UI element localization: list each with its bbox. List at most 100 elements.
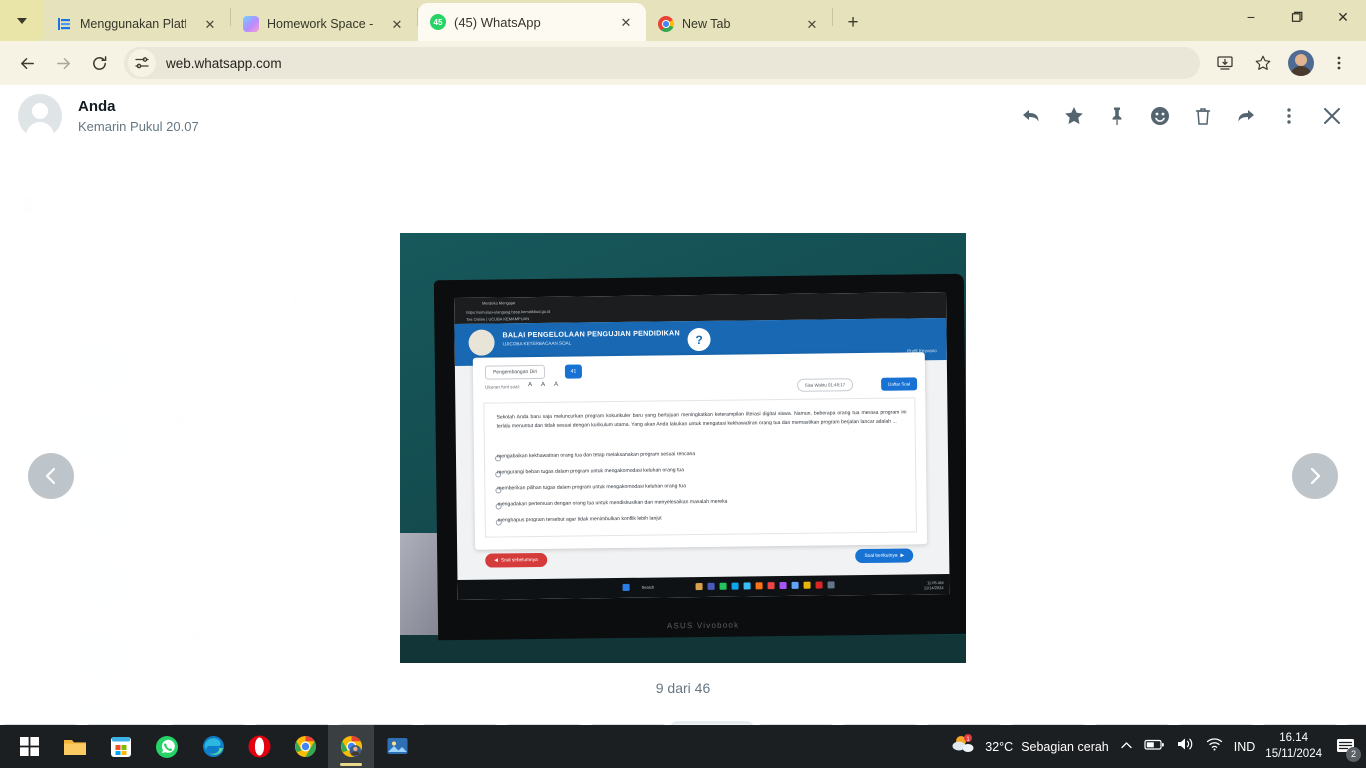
site-settings-icon[interactable] <box>128 49 156 77</box>
star-icon[interactable] <box>1058 100 1090 132</box>
exam-question-card: Pengembangan Diri 41 Ukuran font soal: A… <box>472 352 928 568</box>
media-viewer-actions <box>1015 100 1348 132</box>
profile-avatar[interactable] <box>1288 50 1314 76</box>
close-viewer-icon[interactable] <box>1316 100 1348 132</box>
studyx-icon <box>243 16 259 32</box>
whatsapp-icon[interactable] <box>144 725 190 768</box>
more-menu-icon[interactable] <box>1273 100 1305 132</box>
browser-toolbar: web.whatsapp.com <box>0 41 1366 85</box>
weather-icon: 1 <box>951 733 977 760</box>
back-button[interactable] <box>10 46 44 80</box>
tab-search-button[interactable] <box>0 0 44 41</box>
window-controls: − ✕ <box>1228 0 1366 41</box>
previous-arrow-icon: ◀ <box>494 557 498 564</box>
photo-app-icon <box>779 581 787 590</box>
tab-divider <box>832 8 833 26</box>
clock-time: 16.14 <box>1279 731 1309 744</box>
exam-option: mengurangi beban tugas dalam program unt… <box>497 467 685 476</box>
tab-close-icon[interactable]: ✕ <box>802 14 822 34</box>
merdeka-icon <box>56 16 72 32</box>
tab-close-icon[interactable]: ✕ <box>200 14 220 34</box>
reload-button[interactable] <box>82 46 116 80</box>
previous-media-button[interactable] <box>28 453 74 499</box>
tab-new-tab[interactable]: New Tab ✕ <box>646 7 832 41</box>
font-size-label: Ukuran font soal: <box>485 384 520 390</box>
previous-question-label: Soal sebelumnya <box>500 557 538 563</box>
language-indicator[interactable]: IND <box>1234 740 1256 754</box>
tab-merdeka[interactable]: Menggunakan Platform Merdek ✕ <box>44 7 230 41</box>
google-chrome-icon[interactable] <box>282 725 328 768</box>
url-text: web.whatsapp.com <box>166 55 282 71</box>
photo-laptop-exam-screen[interactable]: Merdeka Mengajar https://simulasi-ulanga… <box>400 233 966 663</box>
tab-close-icon[interactable]: ✕ <box>616 12 636 32</box>
minimize-button[interactable]: − <box>1228 0 1274 34</box>
tab-close-icon[interactable]: ✕ <box>387 14 407 34</box>
photo-start-icon <box>622 583 630 591</box>
photo-app-icon <box>707 582 715 590</box>
opera-icon[interactable] <box>236 725 282 768</box>
battery-icon[interactable] <box>1144 737 1166 757</box>
sender-name: Anda <box>78 98 116 115</box>
star-outline-icon[interactable] <box>1246 46 1280 80</box>
system-tray: 1 32°C Sebagian cerah IND 16.14 15/11/20… <box>951 731 1366 762</box>
new-tab-button[interactable]: + <box>839 9 867 37</box>
address-bar[interactable]: web.whatsapp.com <box>124 47 1200 79</box>
font-size-options: A A A <box>528 381 563 389</box>
tray-expand-chevron-icon[interactable] <box>1119 738 1134 756</box>
pin-icon[interactable] <box>1101 100 1133 132</box>
start-button[interactable] <box>6 725 52 768</box>
help-icon: ? <box>687 327 711 352</box>
photo-browser-tab-label: Merdeka Mengajar <box>482 300 516 306</box>
file-explorer-icon[interactable] <box>52 725 98 768</box>
question-list-button: Daftar Soal <box>881 377 918 391</box>
install-app-icon[interactable] <box>1208 46 1242 80</box>
tab-studyx[interactable]: Homework Space - StudyX ✕ <box>231 7 417 41</box>
exam-option: menghapus program tersebut agar tidak me… <box>497 515 662 524</box>
weather-description: Sebagian cerah <box>1021 739 1109 754</box>
maximize-button[interactable] <box>1274 0 1320 34</box>
photo-app-icon <box>827 581 835 589</box>
photo-windows-taskbar: Search 11:05 AM 11/14/2024 <box>457 573 950 600</box>
forward-icon[interactable] <box>1230 100 1262 132</box>
notification-badge: 2 <box>1346 746 1361 762</box>
photo-app-icon <box>743 582 751 590</box>
photo-taskbar-clock: 11:05 AM 11/14/2024 <box>923 580 944 591</box>
taskbar-clock[interactable]: 16.14 15/11/2024 <box>1265 731 1322 762</box>
clock-date: 15/11/2024 <box>1265 747 1322 760</box>
media-viewer-overlay: Anda Kemarin Pukul 20.07 Merdeka Mengaja… <box>0 85 1366 725</box>
volume-icon[interactable] <box>1176 736 1195 757</box>
exam-option: memberikan pilihan tugas dalam program u… <box>497 483 686 492</box>
google-chrome-profile-icon[interactable] <box>328 725 374 768</box>
forward-button[interactable] <box>46 46 80 80</box>
photo-app-icon <box>767 582 775 590</box>
taskbar-app-list <box>0 725 420 768</box>
media-stage: Merdeka Mengajar https://simulasi-ulanga… <box>0 233 1366 673</box>
delete-icon[interactable] <box>1187 100 1219 132</box>
weather-widget[interactable]: 1 32°C Sebagian cerah <box>951 733 1109 760</box>
chrome-icon <box>658 16 674 32</box>
photo-app-icon <box>731 582 739 590</box>
photo-app-icon <box>755 582 763 590</box>
tab-whatsapp[interactable]: 45 (45) WhatsApp ✕ <box>418 3 646 41</box>
notification-center-icon[interactable]: 2 <box>1332 734 1361 762</box>
three-dots-icon[interactable] <box>1322 46 1356 80</box>
emoji-reaction-icon[interactable] <box>1144 100 1176 132</box>
exam-timer: Sisa Waktu 01:48:17 <box>796 378 854 392</box>
weather-temperature: 32°C <box>985 739 1014 754</box>
exam-question-box: Sekolah Anda baru saja meluncurkan progr… <box>483 397 917 538</box>
reply-icon[interactable] <box>1015 100 1047 132</box>
next-question-label: Soal berikutnya <box>864 553 898 559</box>
whatsapp-icon: 45 <box>430 14 446 30</box>
microsoft-store-icon[interactable] <box>98 725 144 768</box>
next-arrow-icon: ▶ <box>900 553 905 559</box>
exam-question-number: 41 <box>564 364 583 379</box>
photo-app-icon <box>695 582 703 591</box>
wifi-icon[interactable] <box>1205 736 1224 757</box>
next-media-button[interactable] <box>1292 453 1338 499</box>
media-counter: 9 dari 46 <box>655 680 711 696</box>
photos-icon[interactable] <box>374 725 420 768</box>
laptop-brand-label: ASUS Vivobook <box>666 620 740 631</box>
photo-app-icon <box>719 582 727 590</box>
close-window-button[interactable]: ✕ <box>1320 0 1366 34</box>
microsoft-edge-icon[interactable] <box>190 725 236 768</box>
